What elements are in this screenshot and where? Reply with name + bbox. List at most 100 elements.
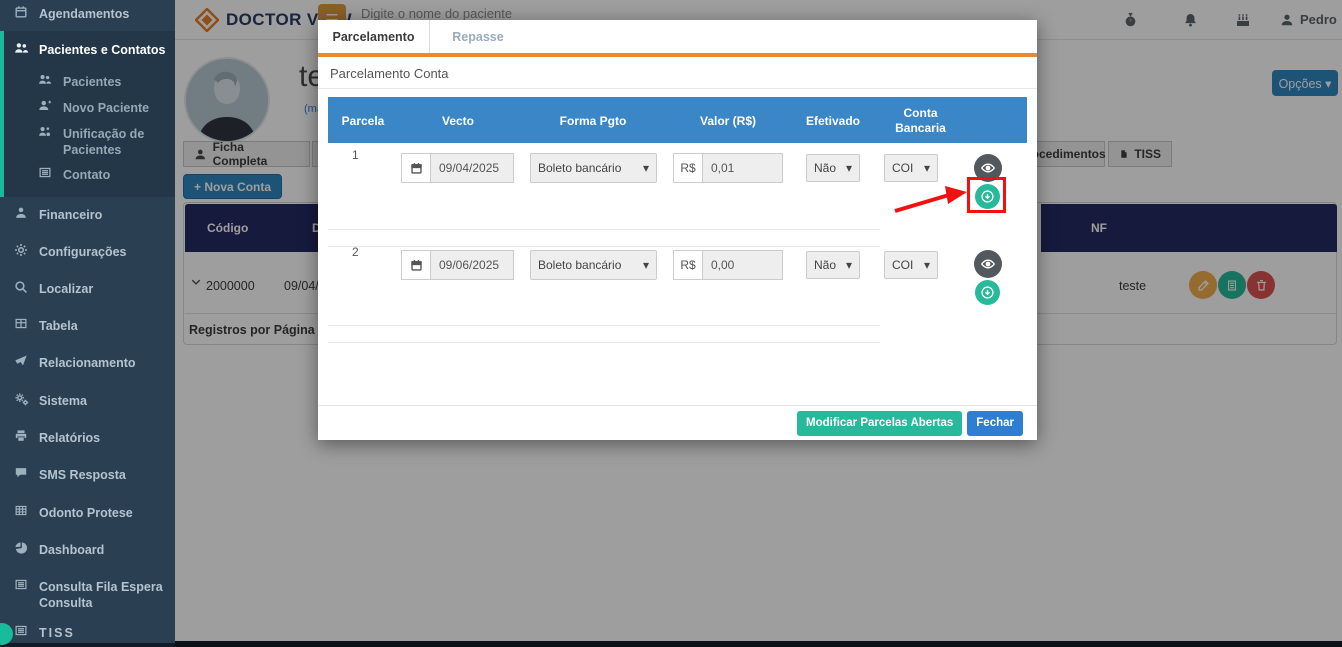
divider <box>328 229 880 230</box>
sidebar-item-financeiro[interactable]: Financeiro <box>14 207 169 223</box>
sidebar-item-configuracoes[interactable]: Configurações <box>14 244 169 260</box>
sidebar-item-dashboard[interactable]: Dashboard <box>14 542 169 558</box>
sidebar-item-consulta-fila-espera[interactable]: Consulta Fila Espera Consulta <box>14 579 169 611</box>
modal-tab-bar: Parcelamento Repasse <box>318 20 1037 57</box>
corner-accent <box>0 623 13 645</box>
highlight-box <box>967 177 1006 213</box>
tab-parcelamento[interactable]: Parcelamento <box>318 20 430 53</box>
calendar-icon <box>410 162 423 175</box>
sidebar-label: Financeiro <box>39 207 102 223</box>
users-icon <box>14 41 30 55</box>
users-merge-icon <box>38 125 54 138</box>
bank-account-select[interactable]: COI ▾ <box>884 251 938 279</box>
chevron-down-icon: ▾ <box>846 161 852 175</box>
parcelamento-modal: Parcelamento Repasse Parcelamento Conta … <box>318 20 1037 440</box>
close-button[interactable]: Fechar <box>967 411 1023 436</box>
sidebar-item-relacionamento[interactable]: Relacionamento <box>14 355 169 371</box>
due-date-input[interactable] <box>431 153 514 183</box>
sidebar-label: Unificação de Pacientes <box>63 126 169 158</box>
sidebar-label: Sistema <box>39 393 87 409</box>
currency-prefix: R$ <box>673 250 703 280</box>
sidebar-label: Novo Paciente <box>63 100 149 116</box>
gear-icon <box>14 243 30 257</box>
select-value: Boleto bancário <box>538 258 621 272</box>
sidebar-label: Tabela <box>39 318 78 334</box>
chevron-down-icon: ▾ <box>924 258 930 272</box>
bank-account-select[interactable]: COI ▾ <box>884 154 938 182</box>
sidebar-label: Pacientes e Contatos <box>39 42 165 58</box>
sidebar-item-tabela[interactable]: Tabela <box>14 318 169 334</box>
select-value: Não <box>814 258 836 272</box>
sidebar-label: Relacionamento <box>39 355 136 371</box>
sidebar-item-agendamentos[interactable]: Agendamentos <box>14 6 169 22</box>
sidebar-label: Configurações <box>39 244 127 260</box>
divider <box>328 342 880 343</box>
finance-icon <box>14 206 30 220</box>
currency-prefix: R$ <box>673 153 703 183</box>
sidebar-label: Consulta Fila Espera Consulta <box>39 579 169 611</box>
payment-method-select[interactable]: Boleto bancário ▾ <box>530 153 657 183</box>
settled-select[interactable]: Não ▾ <box>806 251 860 279</box>
sidebar-item-pacientes-e-contatos[interactable]: Pacientes e Contatos <box>14 42 169 58</box>
settled-select[interactable]: Não ▾ <box>806 154 860 182</box>
select-value: Boleto bancário <box>538 161 621 175</box>
sidebar-item-localizar[interactable]: Localizar <box>14 281 169 297</box>
chevron-down-icon: ▾ <box>643 258 649 272</box>
payment-method-select[interactable]: Boleto bancário ▾ <box>530 250 657 280</box>
calendar-icon <box>410 259 423 272</box>
sidebar: Agendamentos Pacientes e Contatos Pacien… <box>0 0 175 643</box>
column-forma-pgto: Forma Pgto <box>518 97 668 143</box>
chevron-down-icon: ▾ <box>924 161 930 175</box>
user-plus-icon <box>38 99 54 112</box>
sidebar-item-tiss[interactable]: TISS <box>14 625 169 641</box>
sidebar-item-pacientes[interactable]: Pacientes <box>38 74 169 90</box>
tab-repasse[interactable]: Repasse <box>430 20 526 53</box>
users-icon <box>38 73 54 86</box>
installment-number: 1 <box>352 148 359 162</box>
column-valor: Valor (R$) <box>668 97 788 143</box>
calendar-button[interactable] <box>401 250 431 280</box>
view-button[interactable] <box>974 250 1002 278</box>
select-value: COI <box>892 258 913 272</box>
list-icon <box>14 624 30 637</box>
download-button[interactable] <box>975 280 1000 305</box>
eye-icon <box>980 256 996 272</box>
sidebar-item-unificacao-de-pacientes[interactable]: Unificação de Pacientes <box>24 126 169 158</box>
list-icon <box>14 578 30 591</box>
annotation-arrow <box>893 183 969 217</box>
sidebar-label: Contato <box>63 167 110 183</box>
printer-icon <box>14 429 30 443</box>
list-icon <box>38 166 54 179</box>
installment-number: 2 <box>352 245 359 259</box>
due-date-input[interactable] <box>431 250 514 280</box>
sidebar-label: Odonto Protese <box>39 505 133 521</box>
sidebar-item-relatorios[interactable]: Relatórios <box>14 430 169 446</box>
amount-input[interactable] <box>703 250 783 280</box>
column-vecto: Vecto <box>398 97 518 143</box>
sidebar-item-contato[interactable]: Contato <box>38 167 169 183</box>
sidebar-item-odonto-protese[interactable]: Odonto Protese <box>14 505 169 521</box>
divider <box>318 88 1037 89</box>
sidebar-label: Relatórios <box>39 430 100 446</box>
amount-field: R$ <box>673 250 783 280</box>
installments-table-header: Parcela Vecto Forma Pgto Valor (R$) Efet… <box>328 97 1027 143</box>
divider <box>328 325 880 326</box>
sidebar-item-sistema[interactable]: Sistema <box>14 393 169 409</box>
due-date-field <box>401 153 514 183</box>
column-efetivado: Efetivado <box>788 97 878 143</box>
column-actions <box>963 97 1027 143</box>
comment-icon <box>14 466 30 479</box>
sidebar-item-sms-resposta[interactable]: SMS Resposta <box>14 467 169 483</box>
sidebar-label: Localizar <box>39 281 93 297</box>
modify-installments-button[interactable]: Modificar Parcelas Abertas <box>797 411 962 436</box>
amount-field: R$ <box>673 153 783 183</box>
modal-title: Parcelamento Conta <box>330 66 449 81</box>
search-icon <box>14 280 30 294</box>
download-circle-icon <box>980 285 995 300</box>
amount-input[interactable] <box>703 153 783 183</box>
calendar-button[interactable] <box>401 153 431 183</box>
grid-icon <box>14 504 30 517</box>
pie-chart-icon <box>14 541 30 555</box>
sidebar-label: TISS <box>39 625 75 641</box>
sidebar-item-novo-paciente[interactable]: Novo Paciente <box>38 100 169 116</box>
